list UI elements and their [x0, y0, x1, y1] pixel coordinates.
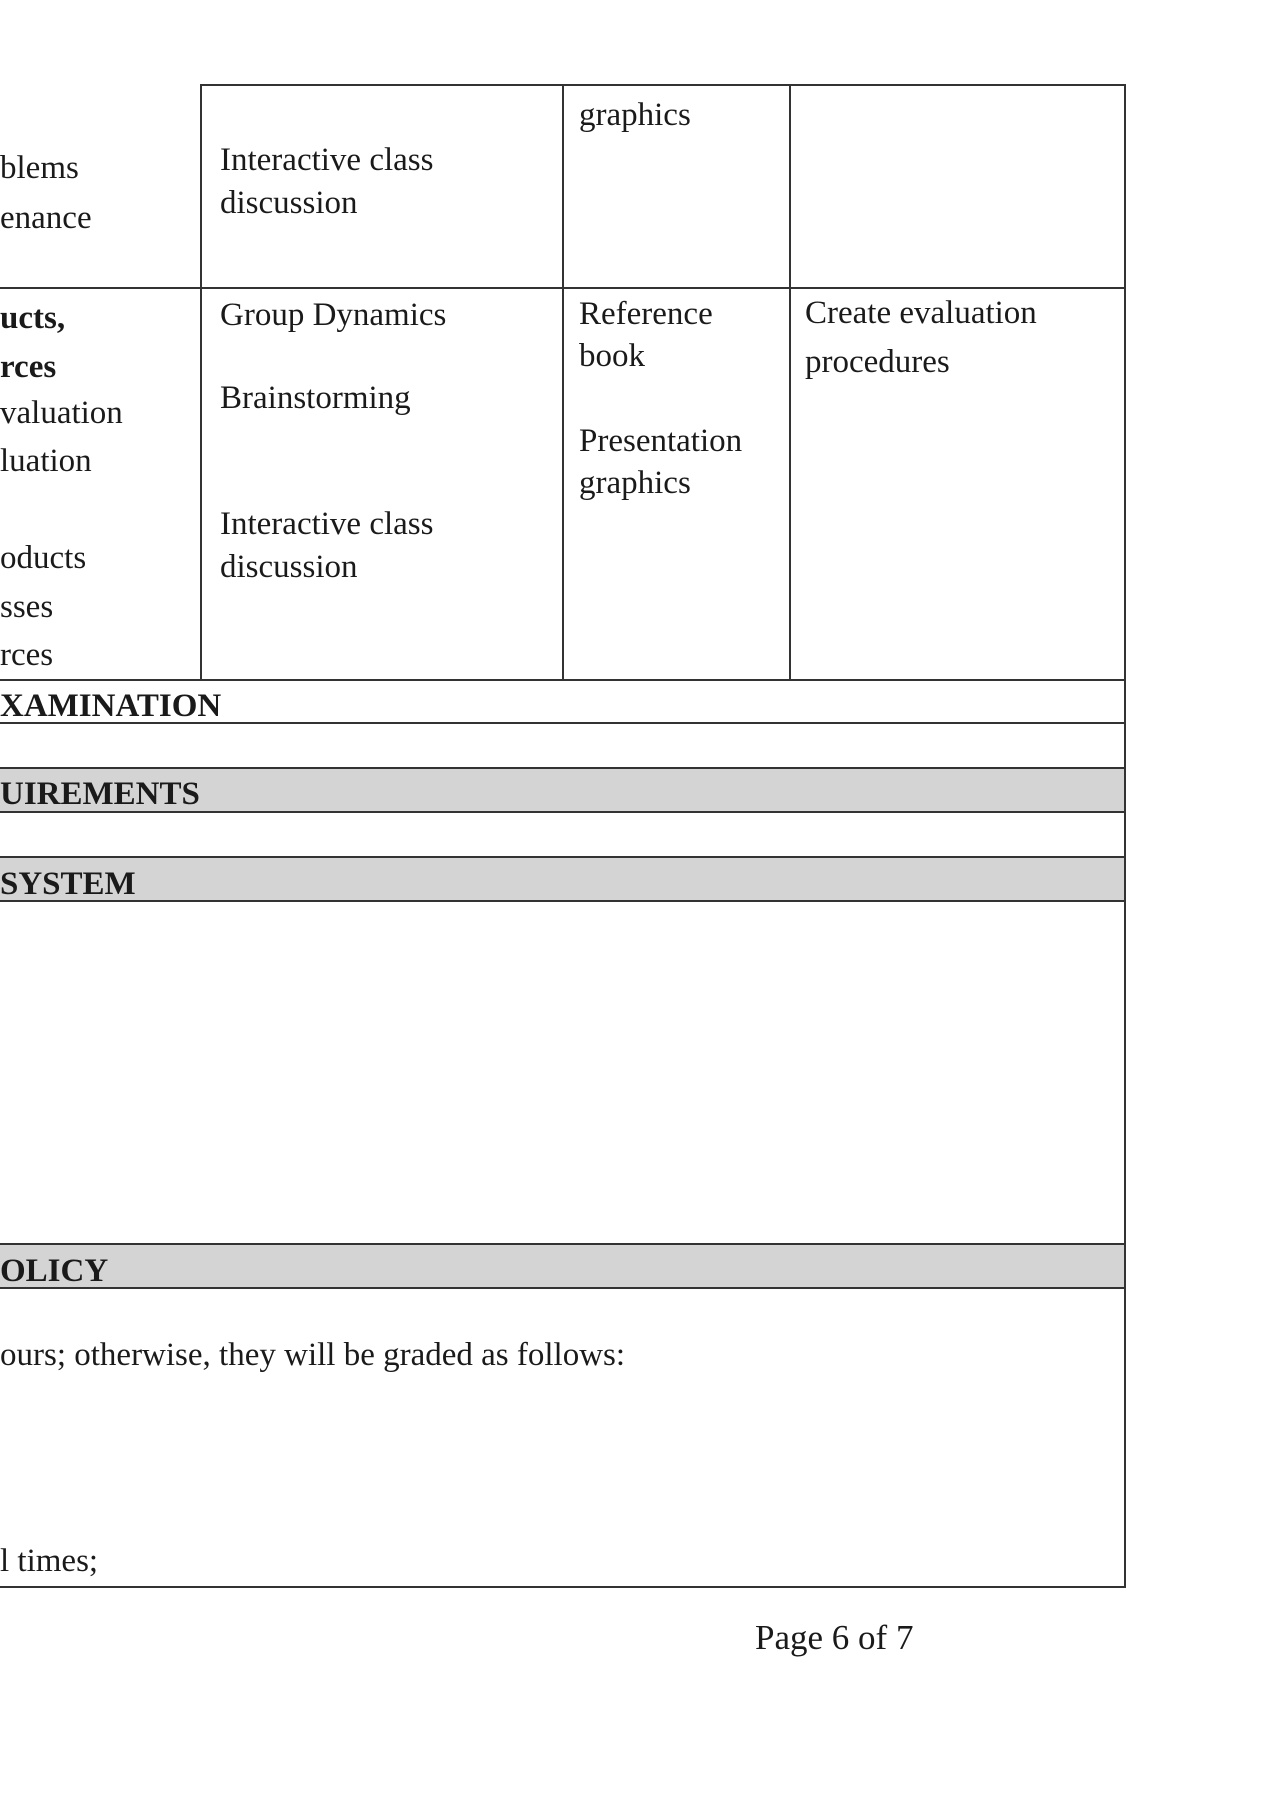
row1-col1-line1: blems [0, 150, 79, 186]
policy-text-line2: l times; [0, 1543, 99, 1579]
row2-col1-bold-line2: rces [0, 349, 57, 385]
row2-col1-line3: oducts [0, 540, 87, 576]
system-header-band [0, 857, 1126, 900]
row2-col2-interactive-line2: discussion [220, 549, 358, 585]
row-divider-8 [0, 1243, 1126, 1245]
row2-col4-line1: Create evaluation [805, 295, 1037, 331]
table-right-border [1124, 84, 1126, 1588]
row1-col2-line2: discussion [220, 185, 358, 221]
system-heading: SYSTEM [0, 866, 136, 902]
row2-col3-presentation: Presentation [579, 423, 743, 459]
row1-col3-line1: graphics [579, 97, 691, 133]
row-divider-7 [0, 900, 1126, 902]
row2-col3-book: book [579, 338, 645, 374]
row2-col2-interactive-line1: Interactive class [220, 506, 434, 542]
table-top-border [200, 84, 1126, 86]
page-number: Page 6 of 7 [755, 1618, 914, 1657]
row-divider-9 [0, 1287, 1126, 1289]
row-divider-4 [0, 767, 1126, 769]
col-divider-2 [562, 84, 564, 680]
row2-col4-line2: procedures [805, 344, 950, 380]
row2-col2-group-dynamics: Group Dynamics [220, 297, 447, 333]
row2-col1-line1: valuation [0, 395, 123, 431]
row2-col1-bold-line1: ucts, [0, 300, 66, 336]
policy-text-line1: ours; otherwise, they will be graded as … [0, 1337, 626, 1373]
policy-header-band [0, 1244, 1126, 1287]
row2-col3-graphics: graphics [579, 465, 691, 501]
row2-col1-line2: luation [0, 443, 92, 479]
table-bottom-border [0, 1586, 1126, 1588]
row-divider-6 [0, 856, 1126, 858]
row2-col3-reference: Reference [579, 296, 713, 332]
examination-heading: XAMINATION [0, 688, 222, 724]
row2-col1-line4: sses [0, 589, 54, 625]
col-divider-1 [200, 84, 202, 680]
policy-heading: OLICY [0, 1253, 109, 1289]
document-page: blems enance Interactive class discussio… [0, 0, 1273, 1800]
row1-col2-line1: Interactive class [220, 142, 434, 178]
row2-col2-brainstorming: Brainstorming [220, 380, 411, 416]
requirements-heading: UIREMENTS [0, 776, 200, 812]
col-divider-3 [789, 84, 791, 680]
row1-col1-line2: enance [0, 200, 92, 236]
row2-col1-line5: rces [0, 637, 54, 673]
